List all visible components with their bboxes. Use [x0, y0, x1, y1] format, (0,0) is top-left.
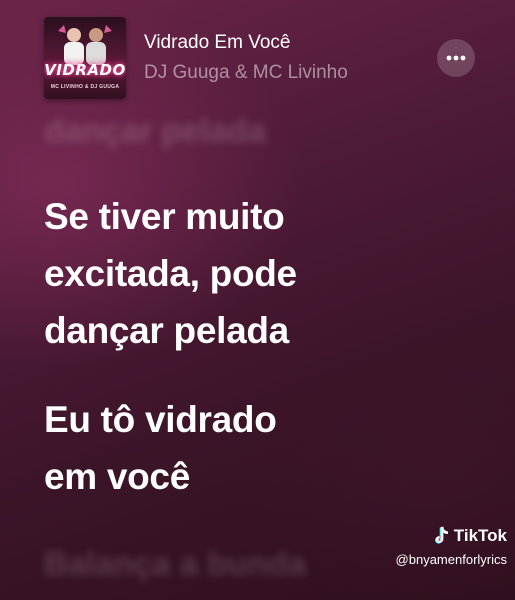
tiktok-logo: TikTok [396, 526, 507, 546]
album-art-title: VIDRADO [44, 61, 126, 79]
lyric-text: dançar pelada [44, 310, 289, 351]
more-options-button[interactable] [437, 39, 475, 77]
lyric-text: Eu tô vidrado [44, 399, 277, 440]
lyric-line-next[interactable]: Balança a bunda [44, 545, 306, 583]
lyric-text: em você [44, 456, 190, 497]
lyric-line-current[interactable]: Se tiver muito excitada, pode dançar pel… [44, 188, 474, 359]
now-playing-header: VIDRADO MC LIVINHO & DJ GUUGA Vidrado Em… [44, 17, 487, 99]
ellipsis-icon [446, 55, 466, 61]
lyric-line-upcoming[interactable]: Eu tô vidrado em você [44, 391, 474, 505]
lyric-line-previous[interactable]: dançar pelada [44, 112, 266, 150]
tiktok-brand: TikTok [453, 526, 507, 545]
album-art-subtitle: MC LIVINHO & DJ GUUGA [50, 84, 120, 90]
track-artist[interactable]: DJ Guuga & MC Livinho [144, 62, 348, 84]
tiktok-watermark: TikTok @bnyamenforlyrics [396, 526, 507, 567]
lyric-text: excitada, pode [44, 253, 297, 294]
tiktok-handle: @bnyamenforlyrics [395, 552, 507, 567]
lyric-text: Se tiver muito [44, 196, 285, 237]
album-artists-image [58, 25, 112, 65]
track-title[interactable]: Vidrado Em Você [144, 32, 290, 54]
album-art[interactable]: VIDRADO MC LIVINHO & DJ GUUGA [44, 17, 126, 99]
tiktok-note-icon [434, 526, 448, 544]
